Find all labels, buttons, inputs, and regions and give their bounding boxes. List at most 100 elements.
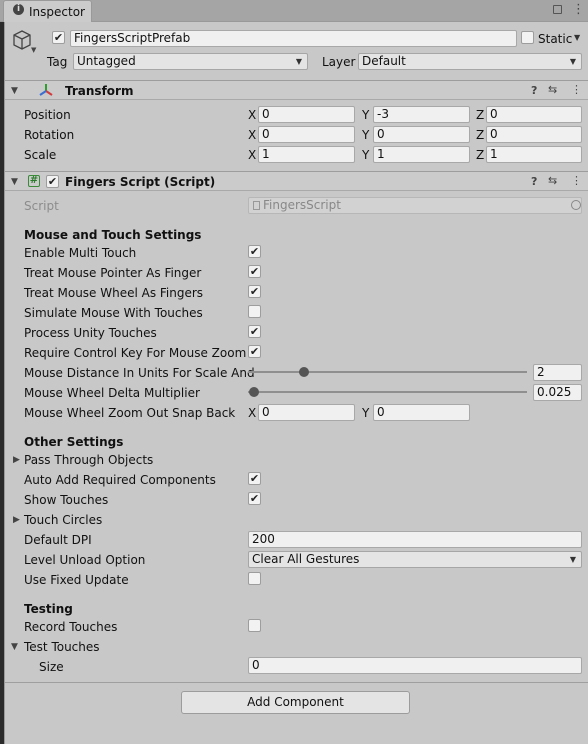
require-control-checkbox[interactable]: ✔ <box>248 345 261 358</box>
axis-y-label: Y <box>362 128 370 142</box>
presets-icon[interactable]: ⇆ <box>548 83 557 97</box>
pass-through-foldout-arrow[interactable]: ▶ <box>13 453 20 467</box>
wheel-delta-slider-thumb[interactable] <box>248 387 259 397</box>
enable-multi-touch-checkbox[interactable]: ✔ <box>248 245 261 258</box>
gameobject-cube-icon <box>13 30 31 50</box>
treat-mouse-pointer-label: Treat Mouse Pointer As Finger <box>24 266 202 280</box>
treat-mouse-pointer-checkbox[interactable]: ✔ <box>248 265 261 278</box>
object-name-field[interactable]: FingersScriptPrefab <box>70 30 517 47</box>
section-testing: Testing <box>24 602 73 616</box>
mouse-distance-label: Mouse Distance In Units For Scale And <box>24 366 255 380</box>
wheel-delta-field[interactable]: 0.025 <box>533 384 582 401</box>
info-icon: i <box>13 4 24 15</box>
wheel-delta-label: Mouse Wheel Delta Multiplier <box>24 386 200 400</box>
scale-y-field[interactable]: 1 <box>373 146 470 163</box>
test-touches-size-field[interactable]: 0 <box>248 657 582 674</box>
object-picker-icon[interactable] <box>571 200 581 210</box>
static-dropdown-arrow[interactable]: ▼ <box>574 33 580 42</box>
static-checkbox[interactable] <box>521 31 534 44</box>
kebab-menu-icon[interactable]: ⋮ <box>572 2 585 17</box>
static-label: Static <box>538 32 573 46</box>
tab-title: Inspector <box>29 5 85 19</box>
position-x-field[interactable]: 0 <box>258 106 355 123</box>
zoom-snap-y-field[interactable]: 0 <box>373 404 470 421</box>
process-unity-checkbox[interactable]: ✔ <box>248 325 261 338</box>
touch-circles-label[interactable]: Touch Circles <box>24 513 102 527</box>
enable-multi-touch-label: Enable Multi Touch <box>24 246 137 260</box>
test-touches-foldout-arrow[interactable]: ▼ <box>11 640 18 654</box>
level-unload-value: Clear All Gestures <box>252 552 360 566</box>
icon-dropdown-arrow[interactable]: ▼ <box>31 46 36 54</box>
auto-add-label: Auto Add Required Components <box>24 473 216 487</box>
test-touches-label[interactable]: Test Touches <box>24 640 100 654</box>
axis-z-label: Z <box>476 108 485 122</box>
simulate-mouse-checkbox[interactable] <box>248 305 261 318</box>
mouse-distance-slider-thumb[interactable] <box>298 367 309 377</box>
axis-x-label: X <box>248 406 257 420</box>
axis-y-label: Y <box>362 108 370 122</box>
component-menu-icon[interactable]: ⋮ <box>571 83 582 97</box>
show-touches-label: Show Touches <box>24 493 109 507</box>
component-divider <box>5 682 588 683</box>
tag-dropdown[interactable]: Untagged ▼ <box>73 53 308 70</box>
wheel-delta-slider-track[interactable] <box>248 391 527 393</box>
axis-x-label: X <box>248 148 257 162</box>
scale-z-field[interactable]: 1 <box>486 146 582 163</box>
simulate-mouse-label: Simulate Mouse With Touches <box>24 306 203 320</box>
scale-x-field[interactable]: 1 <box>258 146 355 163</box>
chevron-down-icon: ▼ <box>569 555 576 564</box>
help-icon[interactable]: ? <box>531 175 537 189</box>
script-label: Script <box>24 199 59 213</box>
auto-add-checkbox[interactable]: ✔ <box>248 472 261 485</box>
fingers-foldout-arrow[interactable]: ▼ <box>11 175 18 189</box>
mouse-distance-slider-track[interactable] <box>248 371 527 373</box>
script-value: FingersScript <box>263 198 341 212</box>
tag-value: Untagged <box>77 54 136 68</box>
axis-y-label: Y <box>362 406 370 420</box>
axis-z-label: Z <box>476 128 485 142</box>
position-z-field[interactable]: 0 <box>486 106 582 123</box>
fixed-update-label: Use Fixed Update <box>24 573 129 587</box>
treat-mouse-wheel-label: Treat Mouse Wheel As Fingers <box>24 286 204 300</box>
level-unload-label: Level Unload Option <box>24 553 146 567</box>
rotation-z-field[interactable]: 0 <box>486 126 582 143</box>
rotation-y-field[interactable]: 0 <box>373 126 470 143</box>
fixed-update-checkbox[interactable] <box>248 572 261 585</box>
section-mouse-touch: Mouse and Touch Settings <box>24 228 202 242</box>
fingers-title: Fingers Script (Script) <box>65 175 216 189</box>
treat-mouse-wheel-checkbox[interactable]: ✔ <box>248 285 261 298</box>
chevron-down-icon: ▼ <box>295 57 302 66</box>
active-checkbox[interactable]: ✔ <box>52 31 65 44</box>
level-unload-dropdown[interactable]: Clear All Gestures ▼ <box>248 551 582 568</box>
position-label: Position <box>24 108 71 122</box>
record-touches-checkbox[interactable] <box>248 619 261 632</box>
lock-icon[interactable] <box>553 5 562 14</box>
require-control-label: Require Control Key For Mouse Zoom <box>24 346 247 360</box>
position-y-field[interactable]: -3 <box>373 106 470 123</box>
layer-value: Default <box>362 54 406 68</box>
tab-inspector[interactable]: i Inspector <box>3 0 92 22</box>
mouse-distance-field[interactable]: 2 <box>533 364 582 381</box>
add-component-button[interactable]: Add Component <box>181 691 410 714</box>
touch-circles-foldout-arrow[interactable]: ▶ <box>13 513 20 527</box>
default-dpi-label: Default DPI <box>24 533 92 547</box>
transform-icon <box>39 84 53 96</box>
zoom-snap-x-field[interactable]: 0 <box>258 404 355 421</box>
axis-x-label: X <box>248 108 257 122</box>
fingers-enabled-checkbox[interactable]: ✔ <box>46 175 59 188</box>
help-icon[interactable]: ? <box>531 84 537 98</box>
pass-through-label[interactable]: Pass Through Objects <box>24 453 153 467</box>
presets-icon[interactable]: ⇆ <box>548 174 557 188</box>
component-menu-icon[interactable]: ⋮ <box>571 174 582 188</box>
rotation-x-field[interactable]: 0 <box>258 126 355 143</box>
layer-dropdown[interactable]: Default ▼ <box>358 53 582 70</box>
show-touches-checkbox[interactable]: ✔ <box>248 492 261 505</box>
script-field[interactable]: FingersScript <box>248 197 582 214</box>
rotation-label: Rotation <box>24 128 75 142</box>
section-other-settings: Other Settings <box>24 435 124 449</box>
axis-y-label: Y <box>362 148 370 162</box>
transform-foldout-arrow[interactable]: ▼ <box>11 84 18 98</box>
axis-z-label: Z <box>476 148 485 162</box>
script-file-icon <box>253 201 260 210</box>
default-dpi-field[interactable]: 200 <box>248 531 582 548</box>
